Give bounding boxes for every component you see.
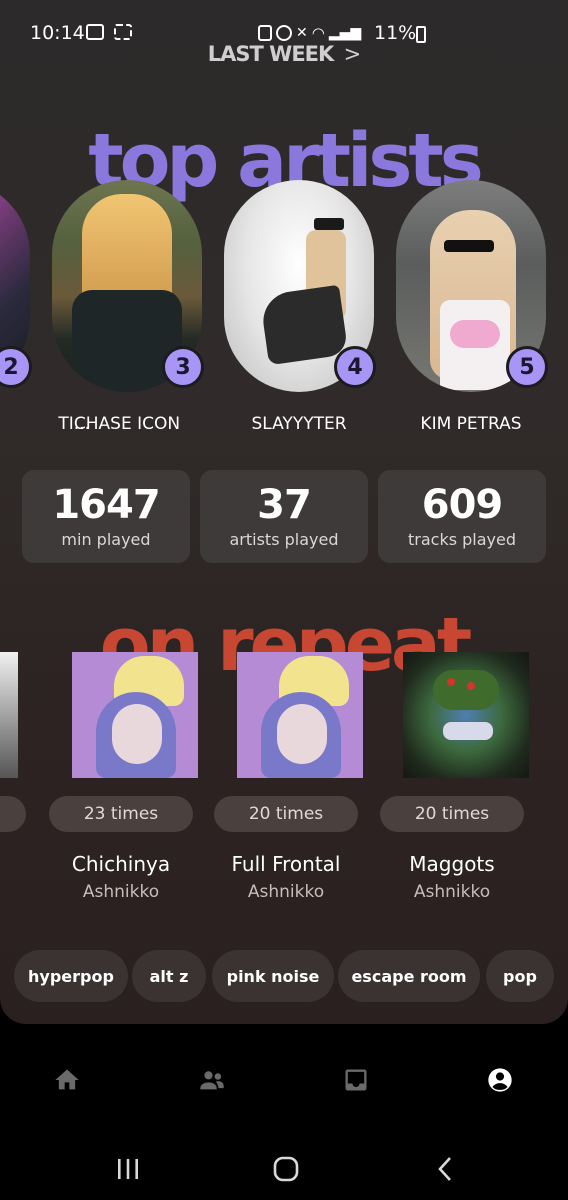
status-left-icons — [86, 24, 132, 40]
period-label: LAST WEEK — [207, 42, 335, 66]
stat-label: tracks played — [407, 530, 516, 549]
gallery-icon — [86, 24, 104, 40]
artist-rank-badge: 5 — [506, 346, 548, 388]
track-cover — [237, 652, 363, 778]
chevron-right-icon: > — [343, 42, 362, 66]
friends-icon[interactable] — [198, 1066, 226, 1094]
genre-tag[interactable]: escape room — [338, 950, 480, 1002]
track-cover — [72, 652, 198, 778]
stat-label: artists played — [229, 530, 339, 549]
track-card-partial[interactable] — [0, 652, 18, 778]
screenshot-icon — [114, 24, 132, 40]
play-count-badge: 20 times — [214, 796, 358, 832]
stat-artists: 37 artists played — [200, 470, 368, 563]
genre-tag[interactable]: pink noise — [212, 950, 334, 1002]
status-time: 10:14 — [30, 22, 85, 44]
artist-card[interactable]: 5 KIM PETRAS — [396, 180, 548, 434]
battery-icon — [416, 26, 426, 43]
stat-value: 1647 — [52, 482, 160, 528]
track-title: Chichinya — [71, 852, 171, 876]
track-artist: Ashnikko — [82, 882, 160, 902]
genre-tag[interactable]: pop — [486, 950, 554, 1002]
artist-card[interactable]: 3 CHASE ICON — [52, 180, 204, 434]
genre-tag[interactable]: alt z — [132, 950, 206, 1002]
status-right-icons: ✕ ◠ ▂▄▆ — [258, 24, 361, 42]
artist-card-partial[interactable]: 2 TI... — [0, 180, 90, 434]
wifi-icon: ◠ — [311, 24, 325, 42]
artist-rank-badge: 4 — [334, 346, 376, 388]
home-button-icon[interactable] — [272, 1156, 300, 1182]
mute-icon: ✕ — [296, 25, 308, 41]
track-times-partial — [0, 796, 26, 832]
stat-label: min played — [61, 530, 151, 549]
alarm-icon — [276, 25, 292, 41]
track-artist: Ashnikko — [247, 882, 325, 902]
track-title: Maggots — [409, 852, 495, 876]
artist-card[interactable]: 4 SLAYYYTER — [224, 180, 376, 434]
battery-percent: 11% — [374, 22, 417, 44]
recycle-icon — [258, 25, 272, 41]
genre-tag[interactable]: hyperpop — [14, 950, 128, 1002]
play-count-badge: 23 times — [49, 796, 193, 832]
artist-name: KIM PETRAS — [420, 414, 522, 434]
profile-icon[interactable] — [486, 1066, 514, 1094]
recent-apps-icon[interactable] — [116, 1158, 140, 1180]
home-icon[interactable] — [53, 1066, 81, 1094]
inbox-icon[interactable] — [342, 1066, 370, 1094]
stat-minutes: 1647 min played — [22, 470, 190, 563]
play-count-badge: 20 times — [380, 796, 524, 832]
system-nav-bar — [0, 1124, 568, 1200]
track-title: Full Frontal — [231, 852, 341, 876]
period-selector[interactable]: LAST WEEK > — [0, 42, 568, 66]
signal-icon: ▂▄▆ — [328, 25, 362, 41]
artist-rank-badge: 3 — [162, 346, 204, 388]
stat-value: 609 — [421, 482, 504, 528]
stat-value: 37 — [257, 482, 312, 528]
track-artist: Ashnikko — [413, 882, 491, 902]
track-cover — [403, 652, 529, 778]
stat-tracks: 609 tracks played — [378, 470, 546, 563]
back-icon[interactable] — [436, 1156, 454, 1182]
bottom-nav — [0, 1024, 568, 1124]
app-screen: 10:14 ✕ ◠ ▂▄▆ 11% LAST WEEK > top artist… — [0, 0, 568, 1024]
artist-rank-badge: 2 — [0, 346, 32, 388]
